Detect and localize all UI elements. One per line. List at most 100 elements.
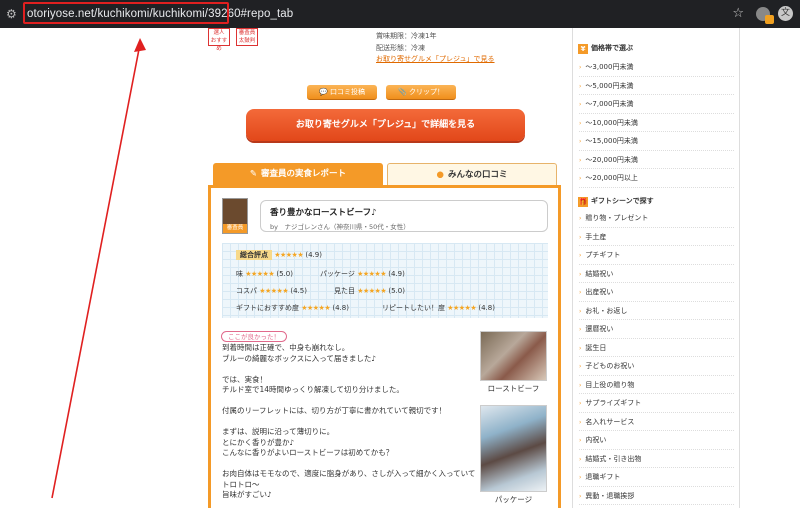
- star-rating-icon: ★★★★★: [274, 251, 304, 259]
- extension-badge-icon: [765, 15, 774, 24]
- sidebar-item[interactable]: › ～20,000円未満: [579, 151, 734, 169]
- sidebar-item[interactable]: › 名入れサービス: [579, 413, 734, 431]
- sidebar-item-label: ～20,000円以上: [585, 174, 638, 182]
- rating-cospa: コスパ ★★★★★ (4.5): [236, 286, 307, 296]
- speech-bubble-icon: ●: [436, 170, 444, 180]
- rating-gift: ギフトにおすすめ度 ★★★★★ (4.8): [236, 303, 349, 313]
- sidebar-item-label: 結婚祝い: [585, 269, 614, 278]
- kuchikomi-post-button[interactable]: 💬 口コミ投稿: [307, 85, 377, 100]
- sidebar-item-label: 出産祝い: [585, 288, 614, 296]
- review-author: by ナジゴレンさん（神奈川県・50代・女性）: [270, 223, 410, 231]
- badge-recommend: 選人 おすすめ: [208, 28, 230, 52]
- chevron-right-icon: ›: [579, 326, 582, 333]
- chevron-right-icon: ›: [579, 119, 582, 127]
- sidebar-item[interactable]: › 異動・退職挨拶: [579, 487, 734, 505]
- rating-looks: 見た目 ★★★★★ (5.0): [334, 286, 405, 296]
- see-details-button[interactable]: お取り寄せグルメ「プレジュ」で詳細を見る: [246, 109, 525, 141]
- chevron-right-icon: ›: [579, 474, 582, 481]
- chevron-right-icon: ›: [579, 363, 582, 370]
- star-rating-icon: ★★★★★: [447, 304, 477, 312]
- tab-label: みんなの口コミ: [447, 170, 508, 180]
- yen-icon: ¥: [578, 44, 588, 54]
- sidebar-item[interactable]: › ～5,000円未満: [579, 77, 734, 95]
- sidebar-item[interactable]: › ～20,000円以上: [579, 169, 734, 188]
- rating-label: コスパ: [236, 287, 257, 295]
- tab-kuchikomi[interactable]: ● みんなの口コミ: [387, 163, 557, 185]
- sidebar-item[interactable]: › 結婚祝い: [579, 265, 734, 283]
- translate-icon[interactable]: 文: [778, 6, 793, 21]
- chevron-right-icon: ›: [579, 400, 582, 407]
- sidebar-item[interactable]: › 手土産: [579, 228, 734, 246]
- roastbeef-image[interactable]: [480, 331, 547, 381]
- browser-toolbar: ⚙ otoriyose.net/kuchikomi/kuchikomi/3926…: [0, 0, 800, 28]
- chevron-right-icon: ›: [579, 344, 582, 352]
- sidebar-item[interactable]: › 結婚式・引き出物: [579, 450, 734, 468]
- rating-repeat: リピートしたい！度 ★★★★★ (4.8): [382, 303, 495, 313]
- tab-label: 審査員の実食レポート: [261, 169, 347, 179]
- sidebar-item[interactable]: › 誕生日: [579, 339, 734, 357]
- sidebar-item-label: 誕生日: [585, 343, 607, 352]
- sidebar-item-label: プチギフト: [585, 251, 621, 259]
- sidebar-item[interactable]: › 内祝い: [579, 431, 734, 450]
- sidebar-item[interactable]: › ～7,000円未満: [579, 95, 734, 114]
- good-point-tag: ここが良かった！: [221, 331, 287, 342]
- rating-label: 味: [236, 270, 243, 278]
- sidebar-item[interactable]: › 贈り物・プレゼント: [579, 209, 734, 228]
- sidebar-item[interactable]: › 退職ギフト: [579, 468, 734, 487]
- button-label: 口コミ投稿: [329, 88, 365, 96]
- sidebar-item-label: ～20,000円未満: [585, 155, 638, 164]
- gourmet-link[interactable]: お取り寄せグルメ「プレジュ」で見る: [376, 54, 495, 64]
- rating-score: (4.5): [290, 287, 307, 295]
- sidebar-item[interactable]: › ～15,000円未満: [579, 132, 734, 151]
- bookmark-star-icon[interactable]: ☆: [732, 6, 744, 21]
- sidebar-item[interactable]: › サプライズギフト: [579, 394, 734, 413]
- rating-taste: 味 ★★★★★ (5.0): [236, 269, 293, 279]
- review-title: 香り豊かなローストビーフ♪: [270, 208, 377, 218]
- chevron-right-icon: ›: [579, 252, 582, 259]
- badge-line: おすすめ: [210, 38, 228, 52]
- clip-button[interactable]: 📎 クリップ！: [386, 85, 456, 100]
- sidebar-item-label: 異動・退職挨拶: [585, 491, 635, 500]
- sidebar-item[interactable]: › ～3,000円未満: [579, 58, 734, 77]
- sidebar-item-label: 子どものお祝い: [585, 362, 635, 370]
- sidebar-item[interactable]: › お礼・お返し: [579, 302, 734, 320]
- sidebar-item[interactable]: › プチギフト: [579, 246, 734, 265]
- sidebar-item[interactable]: › 子どものお祝い: [579, 357, 734, 376]
- star-rating-icon: ★★★★★: [245, 270, 275, 278]
- sidebar-item-label: 目上役の贈り物: [585, 380, 635, 389]
- chevron-right-icon: ›: [579, 455, 582, 463]
- pencil-note-icon: ✎: [249, 169, 258, 179]
- photo-roastbeef[interactable]: ローストビーフ: [480, 331, 547, 394]
- sidebar-item-label: 名入れサービス: [585, 417, 635, 426]
- avatar-label: 審査員: [223, 224, 247, 233]
- photo-package[interactable]: パッケージ: [480, 405, 547, 505]
- review-title-bubble: 香り豊かなローストビーフ♪ by ナジゴレンさん（神奈川県・50代・女性）: [260, 200, 548, 232]
- photo-caption: ローストビーフ: [487, 384, 540, 393]
- sidebar-item[interactable]: › 還暦祝い: [579, 320, 734, 339]
- sidebar-item[interactable]: › ～10,000円未満: [579, 114, 734, 132]
- package-image[interactable]: [480, 405, 547, 492]
- badge-line: 審査員: [238, 30, 256, 36]
- heading-label: 価格帯で選ぶ: [591, 44, 633, 52]
- button-label: クリップ！: [408, 88, 444, 96]
- extension-icon[interactable]: [756, 7, 774, 24]
- sidebar-item-label: サプライズギフト: [585, 399, 642, 407]
- badge-judge: 審査員 太鼓判: [236, 28, 258, 46]
- sidebar-item-label: ～10,000円未満: [585, 118, 638, 127]
- clip-icon: 📎: [398, 88, 407, 96]
- chevron-right-icon: ›: [579, 307, 582, 315]
- site-settings-icon[interactable]: ⚙: [6, 7, 20, 21]
- chevron-right-icon: ›: [579, 82, 582, 90]
- star-rating-icon: ★★★★★: [357, 287, 387, 295]
- sidebar-item[interactable]: › 出産祝い: [579, 283, 734, 302]
- rating-label: 見た目: [334, 287, 355, 295]
- tab-judge-report[interactable]: ✎ 審査員の実食レポート: [213, 163, 383, 185]
- sidebar-item[interactable]: › 目上役の贈り物: [579, 376, 734, 394]
- rating-score: (4.9): [388, 270, 405, 278]
- ratings-grid: 総合評点 ★★★★★ (4.9) 味 ★★★★★ (5.0) パッケージ ★★★…: [222, 243, 548, 318]
- rating-score: (5.0): [388, 287, 405, 295]
- rating-total: 総合評点 ★★★★★ (4.9): [236, 250, 322, 260]
- rating-score: (4.9): [305, 251, 322, 259]
- chevron-right-icon: ›: [579, 156, 582, 164]
- star-rating-icon: ★★★★★: [301, 304, 331, 312]
